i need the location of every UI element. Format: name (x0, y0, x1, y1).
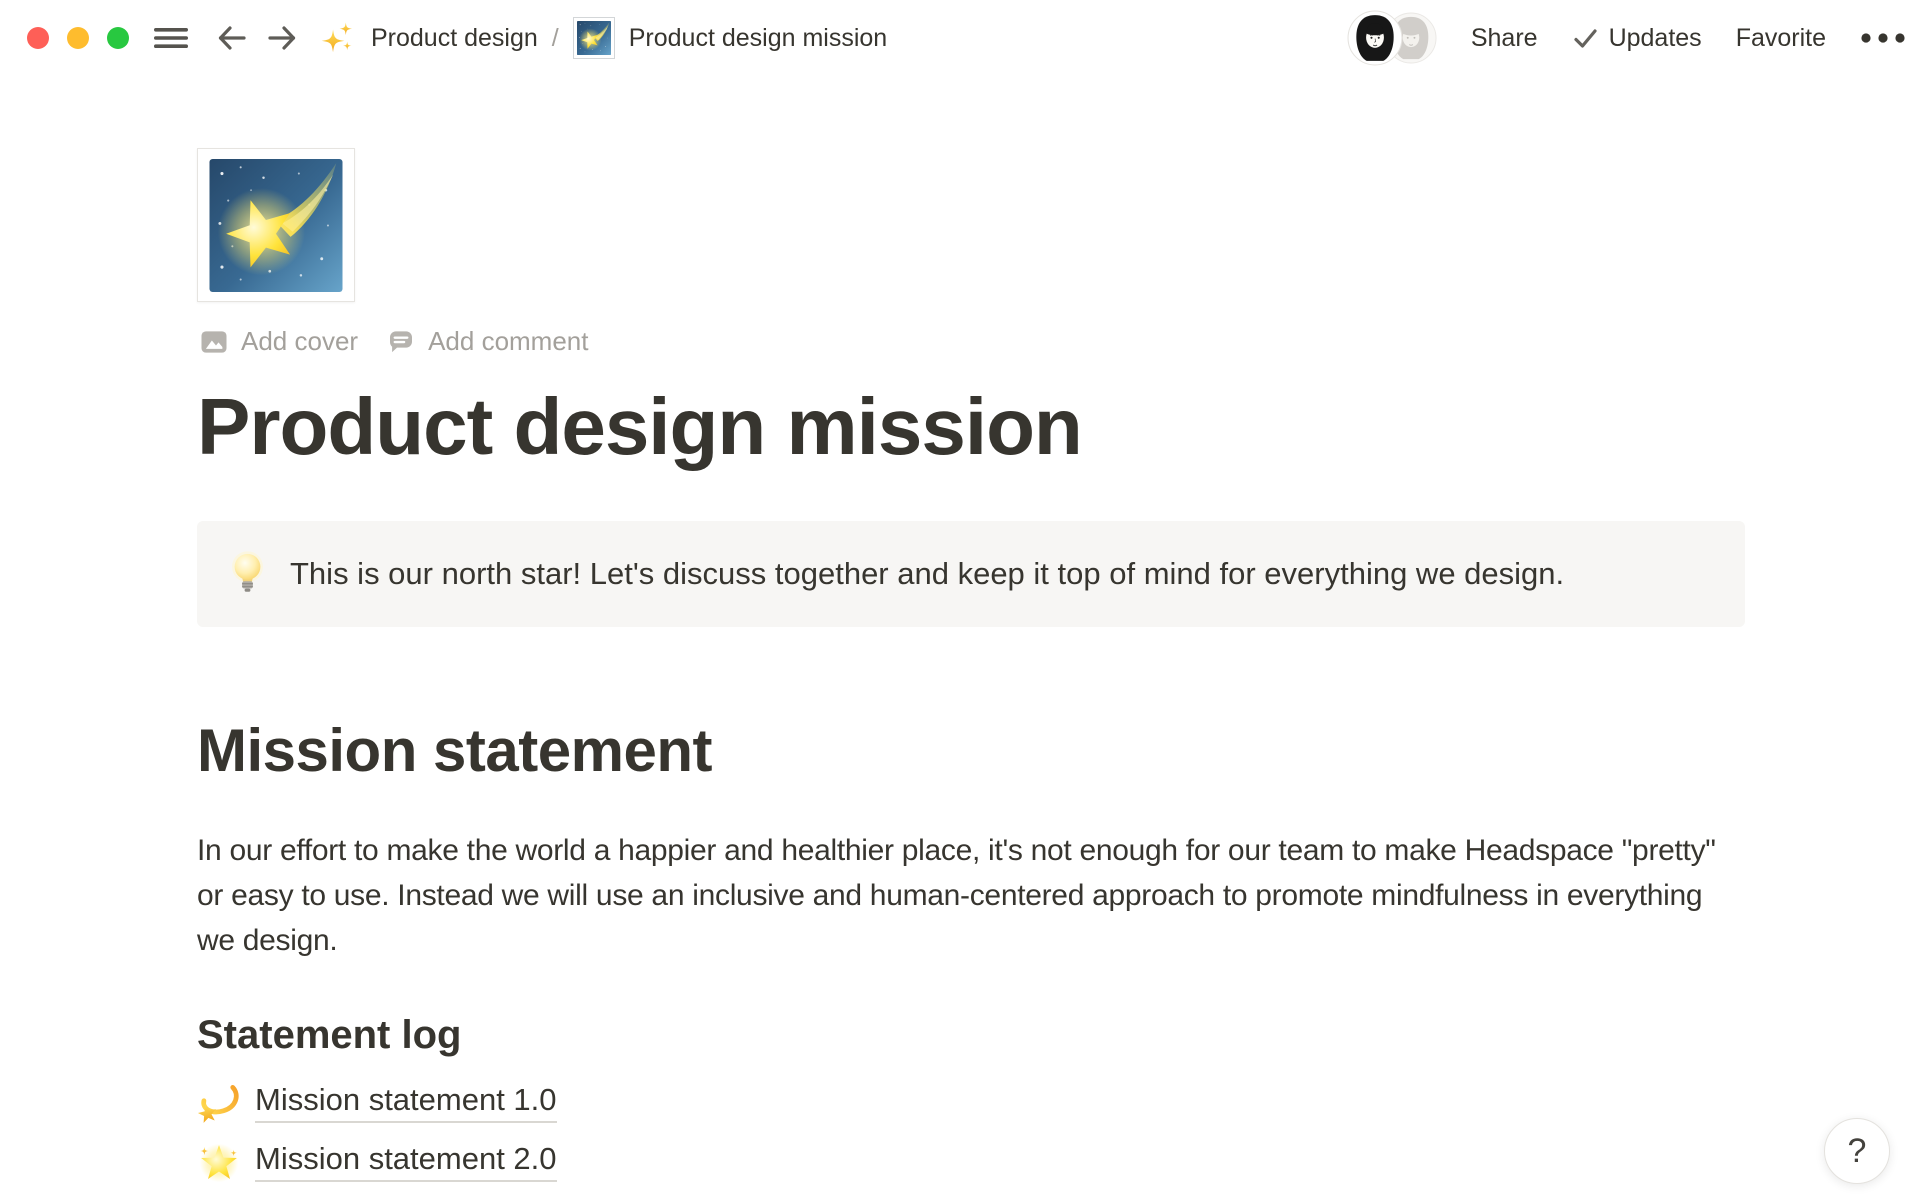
page-link-label[interactable]: Mission statement 1.0 (255, 1082, 557, 1123)
help-icon: ? (1848, 1132, 1867, 1171)
page-body: Add cover Add comment Product design mis… (197, 148, 1745, 1191)
page-actions: Add cover Add comment (199, 326, 1745, 357)
page-link-mission-1[interactable]: Mission statement 1.0 (197, 1073, 1745, 1132)
light-bulb-icon[interactable] (231, 551, 264, 597)
avatar (1347, 10, 1403, 66)
favorite-button[interactable]: Favorite (1736, 24, 1826, 53)
page-link-label[interactable]: Mission statement 2.0 (255, 1141, 557, 1182)
statement-log-heading[interactable]: Statement log (197, 1011, 1745, 1059)
mission-heading[interactable]: Mission statement (197, 713, 1745, 788)
minimize-window-button[interactable] (67, 27, 89, 49)
updates-label: Updates (1609, 24, 1702, 53)
check-icon (1572, 25, 1599, 52)
mission-paragraph[interactable]: In our effort to make the world a happie… (197, 828, 1745, 963)
breadcrumb: Product design / Product design mission (321, 17, 887, 59)
shooting-star-icon (208, 159, 344, 292)
image-icon (199, 327, 229, 357)
page-icon[interactable] (197, 148, 355, 302)
add-cover-label: Add cover (241, 326, 358, 357)
collaborator-avatars[interactable] (1347, 10, 1437, 66)
zoom-window-button[interactable] (107, 27, 129, 49)
add-comment-label: Add comment (428, 326, 588, 357)
dizzy-star-icon (197, 1081, 241, 1125)
add-cover-button[interactable]: Add cover (199, 326, 358, 357)
breadcrumb-separator: / (552, 24, 559, 53)
glowing-star-icon (197, 1140, 241, 1184)
forward-icon[interactable] (265, 21, 299, 55)
statement-log-links: Mission statement 1.0 Mission statement … (197, 1073, 1745, 1191)
callout-text[interactable]: This is our north star! Let's discuss to… (290, 551, 1564, 597)
topbar: Product design / Product design mission (0, 0, 1920, 76)
updates-button[interactable]: Updates (1572, 24, 1702, 53)
more-options-icon[interactable] (1860, 32, 1906, 44)
add-comment-button[interactable]: Add comment (386, 326, 588, 357)
close-window-button[interactable] (27, 27, 49, 49)
help-button[interactable]: ? (1824, 1118, 1890, 1184)
comment-icon (386, 327, 416, 357)
back-icon[interactable] (215, 21, 249, 55)
sidebar-menu-icon[interactable] (153, 22, 189, 54)
breadcrumb-current[interactable]: Product design mission (629, 24, 887, 53)
topbar-actions: Share Updates Favorite (1347, 10, 1906, 66)
page-title[interactable]: Product design mission (197, 381, 1745, 473)
share-button[interactable]: Share (1471, 24, 1538, 53)
breadcrumb-parent[interactable]: Product design (371, 24, 538, 53)
page-icon-small (573, 17, 615, 59)
sparkles-icon (321, 21, 355, 55)
callout-block[interactable]: This is our north star! Let's discuss to… (197, 521, 1745, 627)
page-link-mission-2[interactable]: Mission statement 2.0 (197, 1132, 1745, 1191)
window-controls (27, 27, 129, 49)
